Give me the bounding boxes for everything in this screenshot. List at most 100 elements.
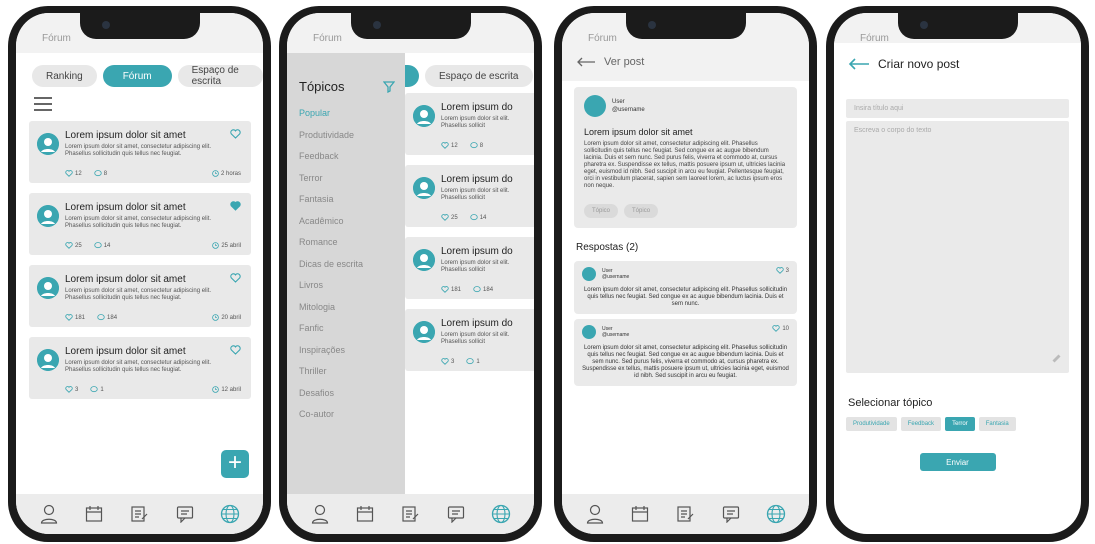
- like-icon[interactable]: 3: [775, 267, 789, 274]
- globe-icon[interactable]: [219, 503, 241, 525]
- timestamp: 2 horas: [212, 170, 241, 177]
- topics-drawer: Tópicos Popular Produtividade Feedback Terr…: [287, 53, 405, 494]
- likes-count: 181: [441, 286, 461, 293]
- like-icon[interactable]: 10: [772, 325, 789, 332]
- post-card[interactable]: Lorem ipsum do Lorem ipsum dolor sit eli…: [405, 93, 534, 155]
- likes-count: 25: [65, 242, 82, 249]
- topic-item[interactable]: Thriller: [299, 366, 405, 388]
- screen-new-post: Fórum Criar novo post Insira título aqui…: [834, 13, 1081, 534]
- tab-forum[interactable]: Fórum: [102, 65, 172, 87]
- menu-icon[interactable]: [34, 97, 52, 111]
- submit-button[interactable]: Enviar: [919, 453, 996, 471]
- post-card[interactable]: Lorem ipsum dolor sit amet Lorem ipsum d…: [29, 337, 251, 399]
- like-icon[interactable]: [230, 129, 241, 139]
- back-arrow-icon[interactable]: [576, 57, 596, 67]
- post-card[interactable]: Lorem ipsum dolor sit amet Lorem ipsum d…: [29, 265, 251, 327]
- likes-count: 12: [441, 142, 458, 149]
- body-input[interactable]: Escreva o corpo do texto: [846, 121, 1069, 373]
- post-card[interactable]: Lorem ipsum do Lorem ipsum dolor sit eli…: [405, 309, 534, 371]
- post-card: User @username Lorem ipsum dolor sit amet…: [574, 87, 797, 228]
- topic-item[interactable]: Fanfic: [299, 323, 405, 345]
- screen-topics: Fórum Espaço de escrita Lorem ipsum do L…: [287, 13, 534, 534]
- back-arrow-icon[interactable]: [848, 58, 870, 70]
- filter-icon[interactable]: [383, 81, 395, 93]
- post-title: Lorem ipsum do: [441, 246, 513, 257]
- timestamp: 25 abril: [212, 242, 241, 249]
- likes-count: 3: [65, 386, 78, 393]
- tab-ranking[interactable]: Ranking: [32, 65, 97, 87]
- topic-chip[interactable]: Tópico: [624, 204, 659, 218]
- topic-item[interactable]: Desafios: [299, 388, 405, 410]
- timestamp: 12 abril: [212, 386, 241, 393]
- post-card[interactable]: Lorem ipsum dolor sit amet Lorem ipsum d…: [29, 193, 251, 255]
- like-icon[interactable]: [230, 201, 241, 211]
- notch: [350, 13, 471, 39]
- post-card[interactable]: Lorem ipsum do Lorem ipsum dolor sit eli…: [405, 237, 534, 299]
- post-body: Lorem ipsum dolor sit amet, consectetur …: [584, 141, 786, 189]
- title-input[interactable]: Insira título aqui: [846, 99, 1069, 118]
- topic-item[interactable]: Co-autor: [299, 409, 405, 431]
- post-title: Lorem ipsum do: [441, 174, 513, 185]
- add-post-button[interactable]: +: [221, 450, 249, 478]
- tabs: Ranking Fórum Espaço de escrita: [16, 53, 263, 87]
- globe-icon[interactable]: [490, 503, 512, 525]
- calendar-icon[interactable]: [629, 503, 651, 525]
- post-author: User @username: [584, 95, 787, 117]
- topic-item[interactable]: Romance: [299, 237, 405, 259]
- like-icon[interactable]: [230, 273, 241, 283]
- topic-item[interactable]: Fantasia: [299, 194, 405, 216]
- chat-icon[interactable]: [445, 503, 467, 525]
- like-icon[interactable]: [230, 345, 241, 355]
- tab-forum[interactable]: [405, 65, 419, 87]
- tab-espaco-escrita[interactable]: Espaço de escrita: [425, 65, 533, 87]
- topic-chip[interactable]: Feedback: [900, 417, 942, 431]
- topic-item[interactable]: Produtividade: [299, 130, 405, 152]
- comments-count: 14: [470, 214, 486, 221]
- notes-icon[interactable]: [128, 503, 150, 525]
- comments-count: 14: [94, 242, 110, 249]
- phone-forum: Fórum Ranking Fórum Espaço de escrita Lo…: [8, 6, 271, 542]
- topic-item[interactable]: Mitologia: [299, 302, 405, 324]
- avatar: [37, 205, 59, 227]
- profile-icon[interactable]: [38, 503, 60, 525]
- post-title: Lorem ipsum dolor sit amet: [65, 202, 186, 213]
- topic-item[interactable]: Livros: [299, 280, 405, 302]
- notes-icon[interactable]: [674, 503, 696, 525]
- tab-espaco-escrita[interactable]: Espaço de escrita: [177, 65, 263, 87]
- profile-icon[interactable]: [309, 503, 331, 525]
- calendar-icon[interactable]: [354, 503, 376, 525]
- comments-count: 8: [94, 170, 107, 177]
- topic-item[interactable]: Feedback: [299, 151, 405, 173]
- topic-item[interactable]: Inspirações: [299, 345, 405, 367]
- topic-chip[interactable]: Tópico: [584, 204, 619, 218]
- topic-chip[interactable]: Terror: [945, 417, 975, 431]
- topic-item[interactable]: Dicas de escrita: [299, 259, 405, 281]
- avatar: [582, 325, 596, 339]
- profile-icon[interactable]: [584, 503, 606, 525]
- avatar: [37, 349, 59, 371]
- chat-icon[interactable]: [720, 503, 742, 525]
- topic-chip[interactable]: Fantasia: [978, 417, 1016, 431]
- globe-icon[interactable]: [765, 503, 787, 525]
- post-excerpt: Lorem ipsum dolor sit amet, consectetur …: [65, 216, 212, 229]
- likes-count: 181: [65, 314, 85, 321]
- post-card[interactable]: Lorem ipsum do Lorem ipsum dolor sit eli…: [405, 165, 534, 227]
- header: Criar novo post: [834, 43, 1081, 85]
- topic-item[interactable]: Terror: [299, 173, 405, 195]
- avatar: [413, 249, 435, 271]
- likes-count: 25: [441, 214, 458, 221]
- post-excerpt: Lorem ipsum dolor sit elit. Phasellus so…: [441, 116, 510, 129]
- post-card[interactable]: Lorem ipsum dolor sit amet Lorem ipsum d…: [29, 121, 251, 183]
- comments-count: 8: [470, 142, 483, 149]
- topic-item[interactable]: Popular: [299, 108, 405, 130]
- chat-icon[interactable]: [174, 503, 196, 525]
- attach-icon[interactable]: [1051, 353, 1061, 363]
- reply-card: User @username 3 Lorem ipsum dolor sit am…: [574, 261, 797, 314]
- notes-icon[interactable]: [399, 503, 421, 525]
- post-title: Lorem ipsum dolor sit amet: [65, 274, 186, 285]
- topic-chip[interactable]: Produtividade: [846, 417, 897, 431]
- notch: [897, 13, 1018, 39]
- bottom-nav: [287, 494, 534, 534]
- topic-item[interactable]: Acadêmico: [299, 216, 405, 238]
- calendar-icon[interactable]: [83, 503, 105, 525]
